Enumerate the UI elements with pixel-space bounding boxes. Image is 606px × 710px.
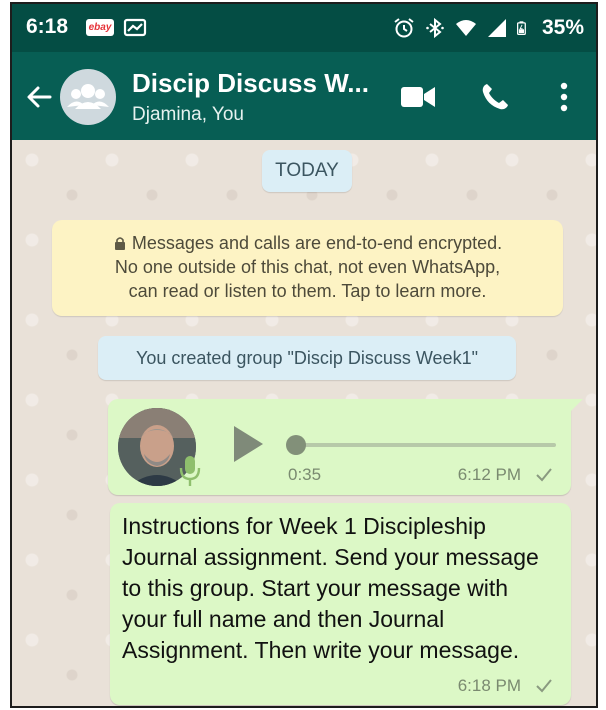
chat-header: Discip Discuss W... Djamina, You [12, 52, 596, 140]
text-message-bubble[interactable]: Instructions for Week 1 Discipleship Jou… [110, 503, 571, 705]
chat-messages[interactable]: TODAY Messages and calls are end-to-end … [12, 140, 596, 706]
play-icon[interactable] [231, 424, 265, 464]
encryption-notice[interactable]: Messages and calls are end-to-end encryp… [52, 220, 563, 316]
status-bar: 6:18 ebay 35% [12, 4, 596, 52]
encryption-line-3: can read or listen to them. Tap to learn… [128, 281, 487, 301]
voice-duration: 0:35 [288, 465, 322, 484]
status-icons: 35% [393, 14, 584, 42]
audio-seek-handle[interactable] [286, 435, 306, 455]
encryption-line-1: Messages and calls are end-to-end encryp… [131, 233, 503, 253]
ebay-icon: ebay [86, 19, 114, 36]
wifi-icon [455, 20, 476, 36]
chat-title[interactable]: Discip Discuss W... [132, 68, 382, 99]
chat-participants[interactable]: Djamina, You [132, 104, 244, 126]
more-menu-icon[interactable] [552, 80, 576, 114]
signal-icon [487, 19, 506, 37]
cast-notification-icon [123, 18, 147, 37]
back-arrow-icon[interactable] [24, 82, 54, 112]
bluetooth-icon [426, 17, 444, 39]
message-time: 6:18 PM [457, 676, 521, 695]
audio-progress-track[interactable] [294, 443, 556, 447]
phone-call-icon[interactable] [480, 82, 510, 112]
single-check-icon [536, 468, 552, 482]
date-chip: TODAY [262, 150, 352, 192]
microphone-icon [179, 456, 201, 486]
group-avatar-icon[interactable] [60, 69, 116, 125]
battery-icon [516, 21, 526, 35]
encryption-line-2: No one outside of this chat, not even Wh… [114, 257, 501, 277]
group-created-notice: You created group "Discip Discuss Week1" [98, 336, 516, 380]
alarm-icon [394, 18, 414, 38]
lock-icon [114, 237, 125, 250]
video-call-icon[interactable] [400, 84, 436, 110]
battery-percent: 35% [541, 16, 584, 39]
status-time: 6:18 [26, 15, 69, 38]
bubble-tail [569, 399, 583, 413]
message-text: Instructions for Week 1 Discipleship Jou… [122, 513, 539, 663]
voice-message-bubble[interactable]: 0:35 6:12 PM [108, 399, 583, 495]
message-time: 6:12 PM [457, 465, 521, 484]
phone-screen: 6:18 ebay 35% Discip Discuss W... Djamin… [10, 2, 598, 708]
single-check-icon [536, 679, 552, 693]
